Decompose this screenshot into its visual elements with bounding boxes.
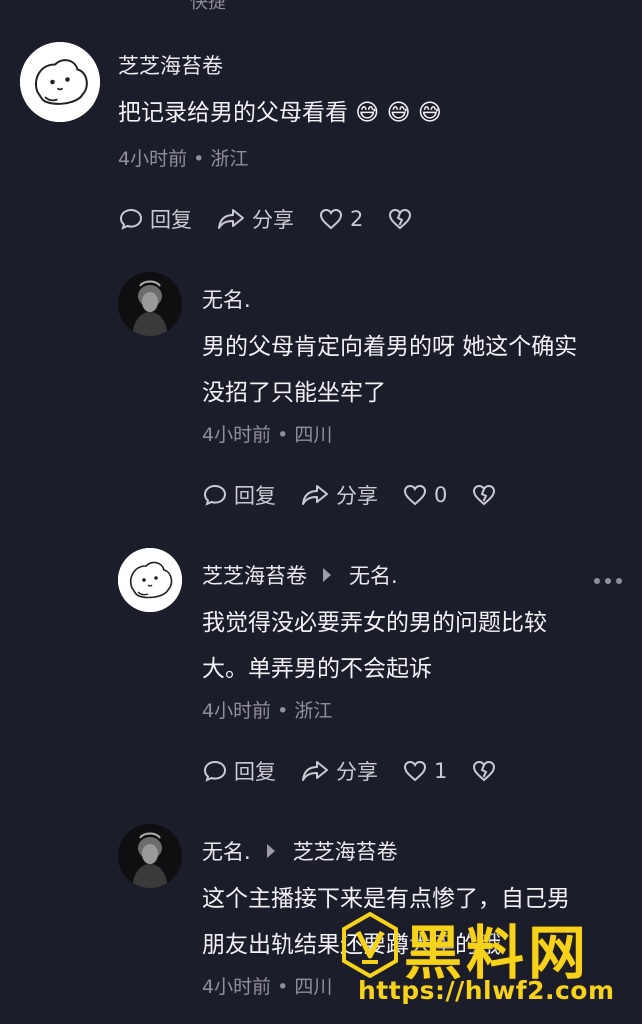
- more-dot-icon: [605, 578, 611, 584]
- avatar[interactable]: [20, 42, 100, 122]
- comment-author-row: 无名. 芝芝海苔卷: [202, 836, 398, 866]
- comment-meta: 4小时前 • 四川: [202, 976, 333, 998]
- like-button[interactable]: 1: [402, 758, 447, 784]
- comment-actions: 回复 分享 2: [118, 204, 443, 234]
- reply-button[interactable]: 回复: [118, 204, 192, 234]
- reply-button[interactable]: 回复: [202, 756, 276, 786]
- comment-line: 没招了只能坐牢了: [202, 380, 386, 406]
- comment-icon: [119, 208, 143, 230]
- comment-meta: 4小时前 • 四川: [202, 424, 333, 446]
- comment-text: 我觉得没必要弄女的男的问题比较 大。单弄男的不会起诉: [202, 600, 547, 692]
- watermark-logo-icon: [342, 912, 398, 978]
- share-icon: [302, 485, 328, 505]
- comment-text: 把记录给男的父母看看 😅 😅 😅: [118, 90, 442, 136]
- reply-arrow-icon: [323, 568, 331, 582]
- author-name[interactable]: 芝芝海苔卷: [118, 50, 223, 80]
- author-name[interactable]: 无名.: [202, 284, 251, 314]
- share-icon: [218, 209, 244, 229]
- like-count: 2: [350, 207, 364, 231]
- watermark-url: https://hlwf2.com: [358, 976, 615, 1005]
- dislike-button[interactable]: [471, 758, 503, 784]
- more-options-button[interactable]: [594, 578, 622, 584]
- comment-line: 我觉得没必要弄女的男的问题比较: [202, 610, 547, 636]
- share-label: 分享: [336, 484, 378, 508]
- like-count: 0: [434, 483, 448, 507]
- reply-label: 回复: [234, 484, 276, 508]
- more-dot-icon: [594, 578, 600, 584]
- comment-meta: 4小时前 • 浙江: [202, 700, 333, 722]
- reply-label: 回复: [234, 760, 276, 784]
- reply-to-name[interactable]: 芝芝海苔卷: [293, 836, 398, 866]
- reply-label: 回复: [150, 208, 192, 232]
- share-icon: [302, 761, 328, 781]
- share-button[interactable]: 分享: [300, 480, 378, 510]
- heart-icon: [319, 208, 343, 230]
- dislike-button[interactable]: [471, 482, 503, 508]
- broken-heart-icon: [473, 760, 496, 782]
- comment-line: 大。单弄男的不会起诉: [202, 656, 432, 682]
- comment-actions: 回复 分享 1: [202, 756, 527, 786]
- comment-actions: 回复 分享 0: [202, 480, 527, 510]
- comment-meta: 4小时前 • 浙江: [118, 148, 249, 170]
- comment-line: 男的父母肯定向着男的呀 她这个确实: [202, 334, 578, 360]
- broken-heart-icon: [389, 208, 412, 230]
- avatar[interactable]: [118, 272, 182, 336]
- comment-author-row: 芝芝海苔卷: [118, 50, 223, 80]
- heart-icon: [403, 760, 427, 782]
- share-label: 分享: [252, 208, 294, 232]
- dislike-button[interactable]: [387, 206, 419, 232]
- share-button[interactable]: 分享: [300, 756, 378, 786]
- watermark: 黑料网 https://hlwf2.com: [340, 906, 642, 1024]
- share-label: 分享: [336, 760, 378, 784]
- reply-arrow-icon: [266, 844, 275, 858]
- comment-icon: [203, 760, 227, 782]
- broken-heart-icon: [473, 484, 496, 506]
- comment-author-row: 无名.: [202, 284, 251, 314]
- author-name[interactable]: 芝芝海苔卷: [202, 560, 307, 590]
- comment-author-row: 芝芝海苔卷 无名.: [202, 560, 398, 590]
- like-button[interactable]: 2: [318, 206, 363, 232]
- like-count: 1: [434, 759, 448, 783]
- comment-line: 把记录给男的父母看看 😅 😅 😅: [118, 100, 442, 126]
- more-dot-icon: [616, 578, 622, 584]
- avatar[interactable]: [118, 548, 182, 612]
- like-button[interactable]: 0: [402, 482, 447, 508]
- reply-button[interactable]: 回复: [202, 480, 276, 510]
- previous-comment-cut-text: 快捷: [190, 0, 226, 13]
- heart-icon: [403, 484, 427, 506]
- share-button[interactable]: 分享: [216, 204, 294, 234]
- avatar[interactable]: [118, 824, 182, 888]
- comment-text: 男的父母肯定向着男的呀 她这个确实 没招了只能坐牢了: [202, 324, 577, 416]
- comment-icon: [203, 484, 227, 506]
- reply-to-name[interactable]: 无名.: [349, 560, 398, 590]
- author-name[interactable]: 无名.: [202, 836, 251, 866]
